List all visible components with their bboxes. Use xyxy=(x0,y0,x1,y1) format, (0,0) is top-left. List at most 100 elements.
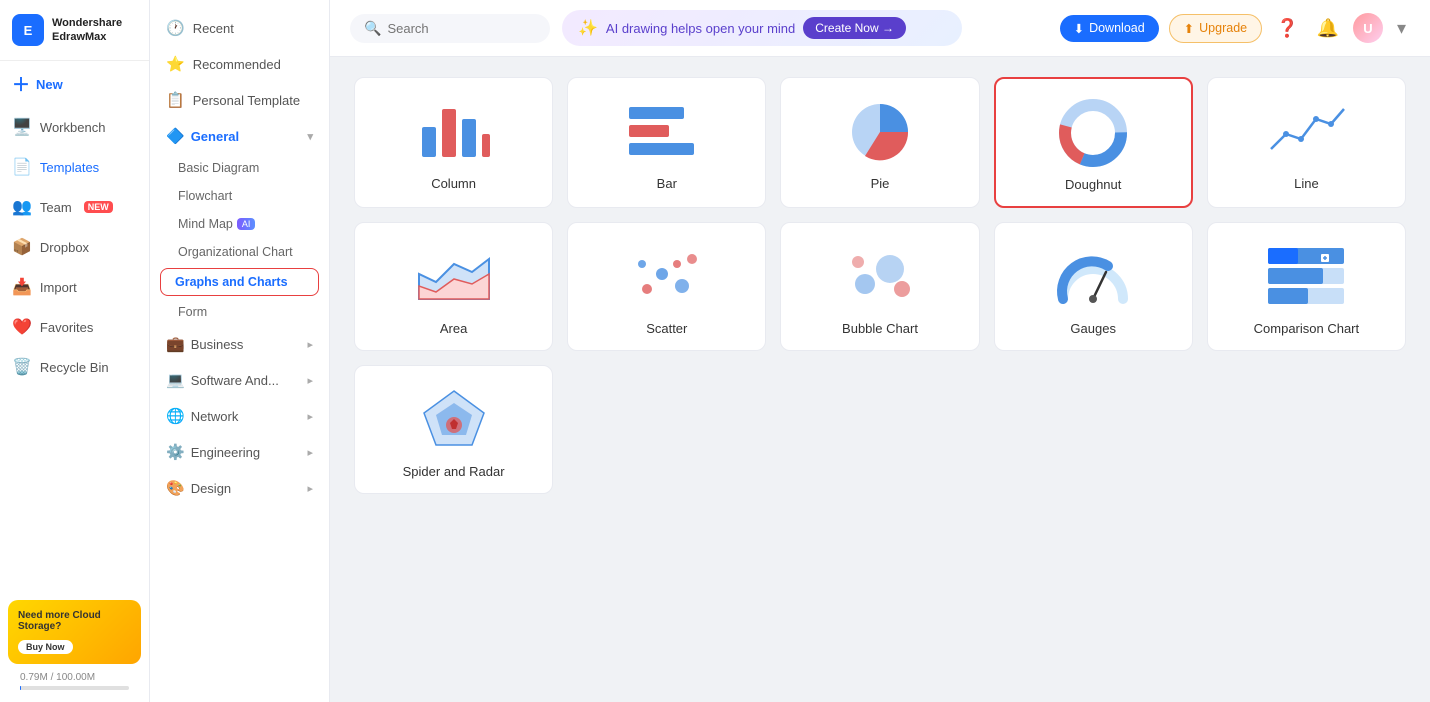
mid-sidebar: 🕐 Recent ⭐ Recommended 📋 Personal Templa… xyxy=(150,0,330,702)
sidebar-item-dropbox[interactable]: 📦 Dropbox xyxy=(0,227,149,267)
app-logo-text: Wondershare EdrawMax xyxy=(52,16,122,45)
mid-sub-basic-diagram[interactable]: Basic Diagram xyxy=(150,154,329,182)
chart-grid: Column Bar xyxy=(354,77,1406,494)
templates-icon: 📄 xyxy=(12,157,32,177)
user-avatar[interactable]: U xyxy=(1353,13,1383,43)
chart-label-bubble: Bubble Chart xyxy=(842,321,918,336)
chart-label-gauges: Gauges xyxy=(1070,321,1116,336)
chart-thumb-scatter xyxy=(627,241,707,311)
new-button[interactable]: ＋ New xyxy=(0,61,149,107)
general-icon: 🔷 xyxy=(166,127,185,145)
chart-thumb-bar xyxy=(627,96,707,166)
chart-card-scatter[interactable]: Scatter xyxy=(567,222,766,351)
cloud-promo[interactable]: Need more Cloud Storage? Buy Now xyxy=(8,600,141,664)
storage-bar-fill xyxy=(20,686,21,690)
mid-category-business[interactable]: 💼 Business ▸ xyxy=(150,326,329,362)
dropbox-icon: 📦 xyxy=(12,237,32,257)
workbench-icon: 🖥️ xyxy=(12,117,32,137)
search-box[interactable]: 🔍 xyxy=(350,14,550,43)
chart-thumb-gauges xyxy=(1053,241,1133,311)
chart-card-spider[interactable]: Spider and Radar xyxy=(354,365,553,494)
chart-label-spider: Spider and Radar xyxy=(403,464,505,479)
ai-create-now-button[interactable]: Create Now → xyxy=(803,17,906,39)
chart-label-pie: Pie xyxy=(871,176,890,191)
general-expand-arrow: ▾ xyxy=(307,130,313,143)
chart-label-bar: Bar xyxy=(657,176,677,191)
business-icon: 💼 xyxy=(166,335,185,353)
mid-sub-flowchart[interactable]: Flowchart xyxy=(150,182,329,210)
app-logo-icon: E xyxy=(12,14,44,46)
business-expand-arrow: ▸ xyxy=(307,338,313,351)
chart-label-line: Line xyxy=(1294,176,1319,191)
mid-category-engineering[interactable]: ⚙️ Engineering ▸ xyxy=(150,434,329,470)
chart-card-comparison[interactable]: Comparison Chart xyxy=(1207,222,1406,351)
dropdown-arrow-icon[interactable]: ▾ xyxy=(1393,14,1410,43)
ai-banner-text: AI drawing helps open your mind xyxy=(606,21,795,36)
chart-label-comparison: Comparison Chart xyxy=(1254,321,1360,336)
chart-card-doughnut[interactable]: Doughnut xyxy=(994,77,1193,208)
import-icon: 📥 xyxy=(12,277,32,297)
mid-item-personal-template[interactable]: 📋 Personal Template xyxy=(150,82,329,118)
notification-icon[interactable]: 🔔 xyxy=(1313,14,1343,43)
storage-label: 0.79M / 100.00M xyxy=(20,672,129,683)
ai-sparkle-icon: ✨ xyxy=(578,18,598,38)
mid-sub-form[interactable]: Form xyxy=(150,298,329,326)
chart-label-column: Column xyxy=(431,176,476,191)
sidebar-item-import[interactable]: 📥 Import xyxy=(0,267,149,307)
chart-thumb-spider xyxy=(414,384,494,454)
ai-badge: AI xyxy=(237,218,256,230)
sidebar-item-recycle[interactable]: 🗑️ Recycle Bin xyxy=(0,347,149,387)
sidebar-item-templates[interactable]: 📄 Templates xyxy=(0,147,149,187)
mid-item-recent[interactable]: 🕐 Recent xyxy=(150,10,329,46)
favorites-icon: ❤️ xyxy=(12,317,32,337)
chart-thumb-doughnut xyxy=(1053,97,1133,167)
chart-card-column[interactable]: Column xyxy=(354,77,553,208)
top-actions: ⬇ Download ⬆ Upgrade ❓ 🔔 U ▾ xyxy=(1060,13,1410,43)
plus-icon: ＋ xyxy=(12,71,30,97)
sidebar-item-team[interactable]: 👥 Team NEW xyxy=(0,187,149,227)
design-icon: 🎨 xyxy=(166,479,185,497)
chart-card-gauges[interactable]: Gauges xyxy=(994,222,1193,351)
chart-thumb-line xyxy=(1266,96,1346,166)
chart-card-pie[interactable]: Pie xyxy=(780,77,979,208)
upgrade-button[interactable]: ⬆ Upgrade xyxy=(1169,14,1262,43)
mid-category-software[interactable]: 💻 Software And... ▸ xyxy=(150,362,329,398)
recycle-icon: 🗑️ xyxy=(12,357,32,377)
mid-item-recommended[interactable]: ⭐ Recommended xyxy=(150,46,329,82)
engineering-expand-arrow: ▸ xyxy=(307,446,313,459)
mid-category-network[interactable]: 🌐 Network ▸ xyxy=(150,398,329,434)
storage-bar-area: 0.79M / 100.00M xyxy=(8,664,141,694)
download-button[interactable]: ⬇ Download xyxy=(1060,15,1159,42)
sidebar-item-workbench[interactable]: 🖥️ Workbench xyxy=(0,107,149,147)
download-icon: ⬇ xyxy=(1074,21,1084,36)
team-icon: 👥 xyxy=(12,197,32,217)
storage-bar-bg xyxy=(20,686,129,690)
chart-thumb-column xyxy=(414,96,494,166)
chart-thumb-area xyxy=(414,241,494,311)
help-icon[interactable]: ❓ xyxy=(1272,14,1302,43)
mid-sub-graphs-charts[interactable]: Graphs and Charts xyxy=(160,268,319,296)
chart-card-bubble[interactable]: Bubble Chart xyxy=(780,222,979,351)
chart-card-line[interactable]: Line xyxy=(1207,77,1406,208)
ai-banner[interactable]: ✨ AI drawing helps open your mind Create… xyxy=(562,10,962,46)
mid-category-general[interactable]: 🔷 General ▾ xyxy=(150,118,329,154)
software-icon: 💻 xyxy=(166,371,185,389)
mid-sub-mind-map[interactable]: Mind Map AI xyxy=(150,210,329,238)
chart-card-area[interactable]: Area xyxy=(354,222,553,351)
top-bar: 🔍 ✨ AI drawing helps open your mind Crea… xyxy=(330,0,1430,57)
chart-thumb-pie xyxy=(840,96,920,166)
chart-thumb-comparison xyxy=(1266,241,1346,311)
mid-sub-org-chart[interactable]: Organizational Chart xyxy=(150,238,329,266)
mid-category-design[interactable]: 🎨 Design ▸ xyxy=(150,470,329,506)
network-expand-arrow: ▸ xyxy=(307,410,313,423)
chart-thumb-bubble xyxy=(840,241,920,311)
design-expand-arrow: ▸ xyxy=(307,482,313,495)
chart-label-doughnut: Doughnut xyxy=(1065,177,1121,192)
chart-label-scatter: Scatter xyxy=(646,321,687,336)
buy-now-button[interactable]: Buy Now xyxy=(18,640,73,654)
chart-card-bar[interactable]: Bar xyxy=(567,77,766,208)
search-input[interactable] xyxy=(387,21,527,36)
left-sidebar: E Wondershare EdrawMax ＋ New 🖥️ Workbenc… xyxy=(0,0,150,702)
sidebar-item-favorites[interactable]: ❤️ Favorites xyxy=(0,307,149,347)
recent-icon: 🕐 xyxy=(166,19,185,37)
